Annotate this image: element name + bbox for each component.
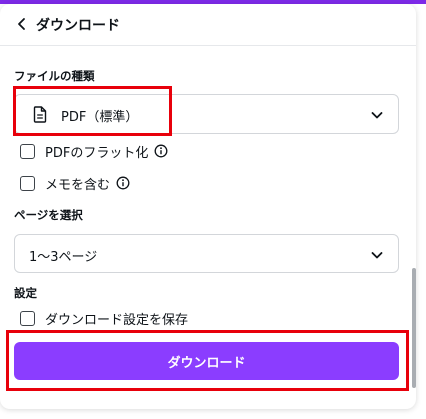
flatten-pdf-label: PDFのフラット化 [45, 145, 149, 161]
settings-label: 設定 [14, 286, 37, 300]
download-button[interactable]: ダウンロード [14, 342, 399, 380]
scrollbar-thumb[interactable] [412, 268, 416, 388]
info-icon[interactable] [154, 144, 168, 158]
include-notes-checkbox[interactable] [20, 175, 35, 191]
include-notes-option: メモを含む [20, 174, 130, 193]
document-icon [33, 106, 47, 123]
page-range-select[interactable]: 1〜3ページ [14, 234, 399, 273]
flatten-pdf-option: PDFのフラット化 [20, 142, 168, 161]
flatten-pdf-checkbox[interactable] [20, 143, 35, 159]
save-settings-option: ダウンロード設定を保存 [20, 309, 189, 328]
chevron-down-icon [371, 112, 383, 119]
info-icon[interactable] [116, 176, 130, 190]
file-type-select[interactable]: PDF（標準） [14, 94, 399, 134]
chevron-down-icon [371, 252, 383, 259]
file-type-value: PDF（標準） [61, 110, 139, 125]
chevron-left-icon[interactable] [14, 16, 30, 32]
page-select-label: ページを選択 [14, 208, 83, 222]
panel-header: ダウンロード [0, 4, 416, 46]
page-range-value: 1〜3ページ [29, 250, 98, 265]
page-title: ダウンロード [36, 18, 120, 34]
save-settings-label: ダウンロード設定を保存 [45, 312, 189, 328]
download-panel: ダウンロード ファイルの種類 PDF（標準） PDFのフラット化 メモを含む ペ… [0, 4, 416, 409]
file-type-label: ファイルの種類 [14, 69, 95, 83]
save-settings-checkbox[interactable] [20, 310, 35, 326]
include-notes-label: メモを含む [45, 177, 111, 193]
